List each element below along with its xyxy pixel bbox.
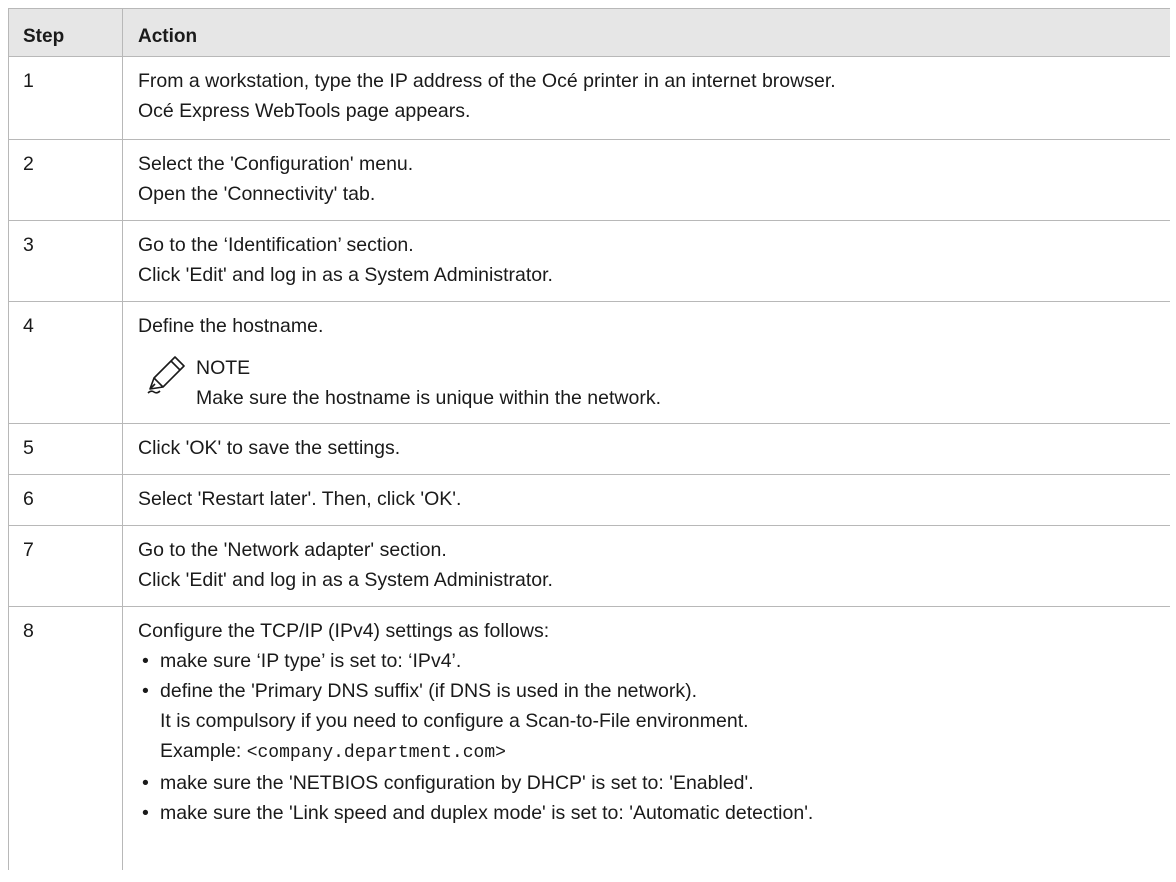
- header-step: Step: [8, 9, 122, 56]
- header-action: Action: [122, 9, 1170, 56]
- table-row: 2 Select the 'Configuration' menu. Open …: [8, 140, 1170, 221]
- step-action: Define the hostname. NOTE Make sure the …: [122, 302, 1170, 423]
- table-row: 5 Click 'OK' to save the settings.: [8, 424, 1170, 475]
- table-row: 3 Go to the ‘Identification’ section. Cl…: [8, 221, 1170, 302]
- step-number: 1: [8, 57, 122, 139]
- step-number: 4: [8, 302, 122, 423]
- table-row: 7 Go to the 'Network adapter' section. C…: [8, 526, 1170, 607]
- step-action: Go to the 'Network adapter' section. Cli…: [122, 526, 1170, 606]
- action-intro: Configure the TCP/IP (IPv4) settings as …: [138, 620, 550, 642]
- example-line: Example: <company.department.com>: [160, 736, 1170, 768]
- example-label: Example:: [160, 740, 247, 762]
- list-item: make sure ‘IP type’ is set to: ‘IPv4’.: [138, 646, 1170, 676]
- list-item-extra: It is compulsory if you need to configur…: [160, 710, 749, 732]
- action-line: Go to the ‘Identification’ section.: [138, 234, 414, 256]
- step-number: 8: [8, 607, 122, 870]
- action-line: From a workstation, type the IP address …: [138, 70, 836, 92]
- action-line: Open the 'Connectivity' tab.: [138, 183, 376, 205]
- step-action: From a workstation, type the IP address …: [122, 57, 1170, 139]
- steps-table: Step Action 1 From a workstation, type t…: [8, 8, 1170, 870]
- list-item-text: make sure the 'Link speed and duplex mod…: [160, 802, 814, 824]
- list-item: make sure the 'NETBIOS configuration by …: [138, 768, 1170, 798]
- step-action: Click 'OK' to save the settings.: [122, 424, 1170, 474]
- action-line: Select 'Restart later'. Then, click 'OK'…: [138, 488, 462, 510]
- action-line: Click 'OK' to save the settings.: [138, 437, 401, 459]
- step-number: 6: [8, 475, 122, 525]
- action-line: Click 'Edit' and log in as a System Admi…: [138, 569, 553, 591]
- step-action: Go to the ‘Identification’ section. Clic…: [122, 221, 1170, 301]
- step-action: Select 'Restart later'. Then, click 'OK'…: [122, 475, 1170, 525]
- note-content: NOTE Make sure the hostname is unique wi…: [196, 353, 661, 413]
- list-item-text: make sure ‘IP type’ is set to: ‘IPv4’.: [160, 650, 462, 672]
- step-number: 3: [8, 221, 122, 301]
- table-row: 1 From a workstation, type the IP addres…: [8, 57, 1170, 140]
- action-line: Define the hostname.: [138, 315, 324, 337]
- action-line: Go to the 'Network adapter' section.: [138, 539, 447, 561]
- note-title: NOTE: [196, 357, 251, 379]
- list-item: define the 'Primary DNS suffix' (if DNS …: [138, 676, 1170, 768]
- step-number: 7: [8, 526, 122, 606]
- step-number: 2: [8, 140, 122, 220]
- table-row: 8 Configure the TCP/IP (IPv4) settings a…: [8, 607, 1170, 870]
- action-line: Select the 'Configuration' menu.: [138, 153, 414, 175]
- list-item-text: make sure the 'NETBIOS configuration by …: [160, 772, 754, 794]
- table-row: 4 Define the hostname. NOTE Make sure th…: [8, 302, 1170, 424]
- note-box: NOTE Make sure the hostname is unique wi…: [138, 353, 1170, 413]
- step-number: 5: [8, 424, 122, 474]
- table-row: 6 Select 'Restart later'. Then, click 'O…: [8, 475, 1170, 526]
- action-line: Océ Express WebTools page appears.: [138, 100, 471, 122]
- pencil-note-icon: [147, 356, 185, 394]
- list-item: make sure the 'Link speed and duplex mod…: [138, 798, 1170, 828]
- table-header-row: Step Action: [8, 8, 1170, 57]
- step-action: Select the 'Configuration' menu. Open th…: [122, 140, 1170, 220]
- example-code: <company.department.com>: [246, 743, 506, 763]
- action-line: Click 'Edit' and log in as a System Admi…: [138, 264, 553, 286]
- settings-list: make sure ‘IP type’ is set to: ‘IPv4’. d…: [138, 646, 1170, 828]
- step-action: Configure the TCP/IP (IPv4) settings as …: [122, 607, 1170, 870]
- list-item-text: define the 'Primary DNS suffix' (if DNS …: [160, 680, 698, 702]
- note-text: Make sure the hostname is unique within …: [196, 387, 662, 409]
